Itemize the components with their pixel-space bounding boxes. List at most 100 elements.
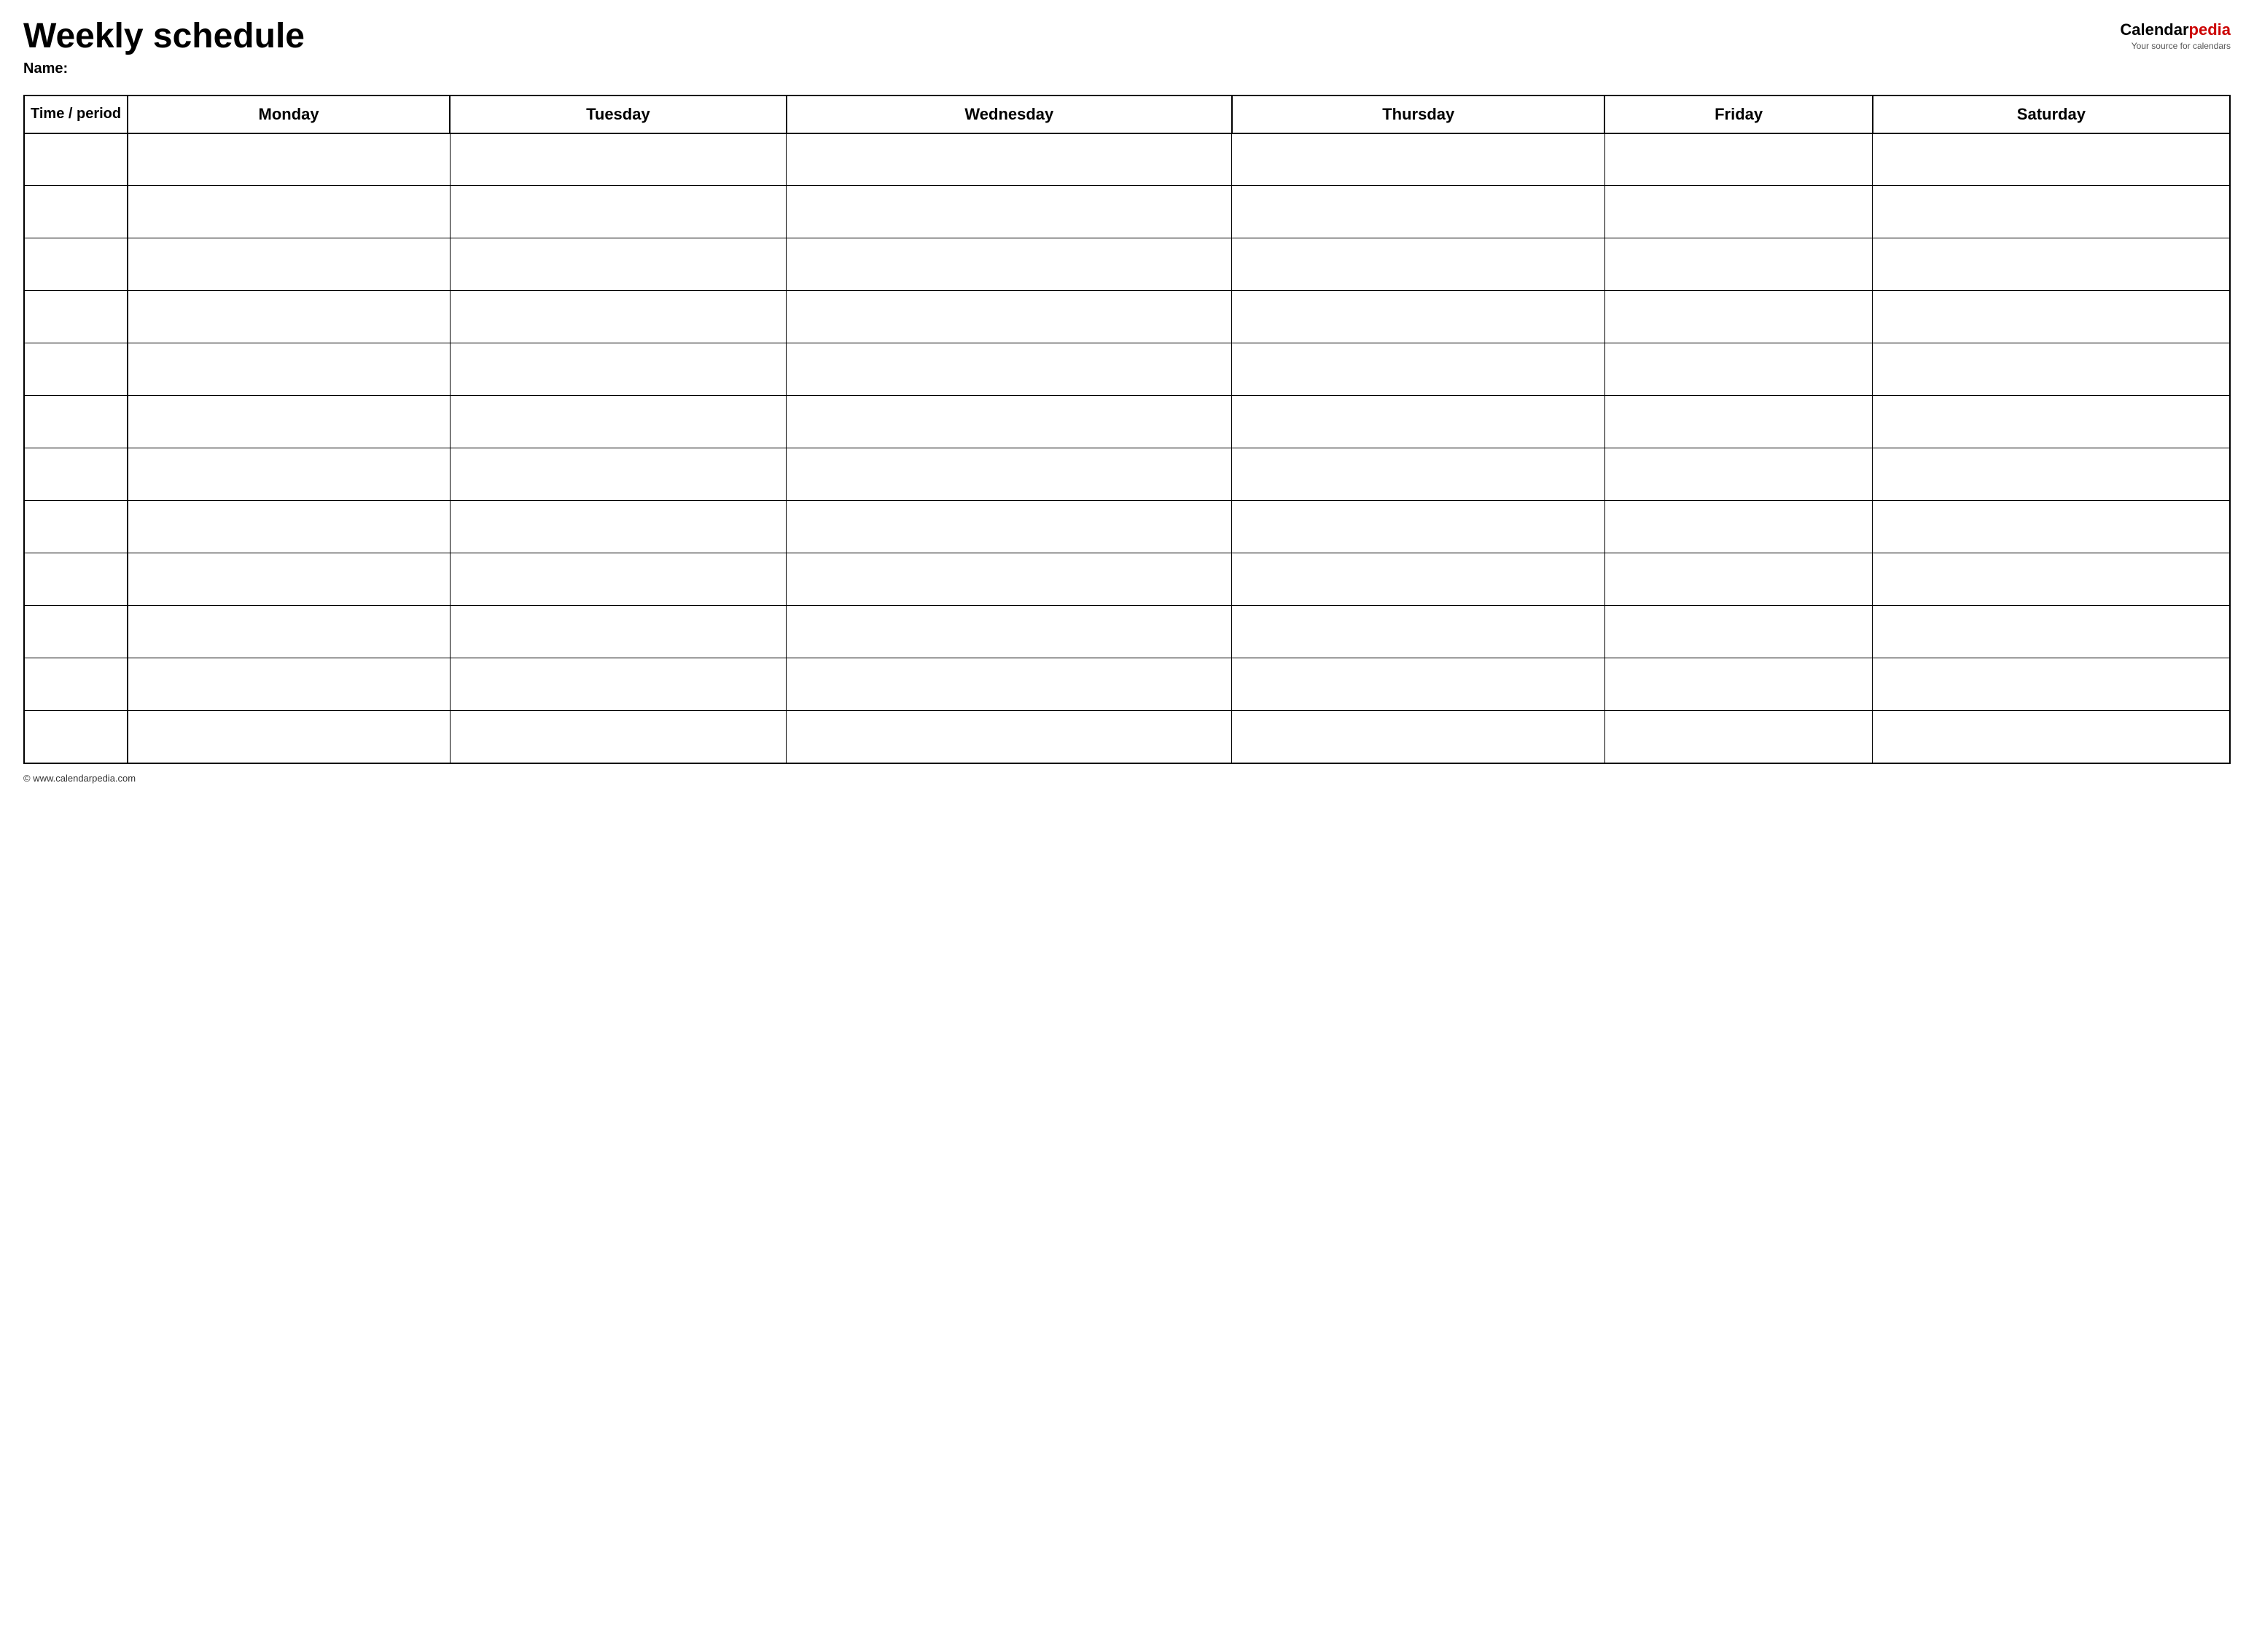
page-title: Weekly schedule xyxy=(23,17,305,56)
time-cell[interactable] xyxy=(24,291,128,343)
schedule-cell[interactable] xyxy=(787,448,1232,501)
schedule-cell[interactable] xyxy=(1604,501,1872,553)
schedule-cell[interactable] xyxy=(128,396,450,448)
schedule-cell[interactable] xyxy=(1604,396,1872,448)
time-cell[interactable] xyxy=(24,501,128,553)
schedule-cell[interactable] xyxy=(1232,658,1605,711)
table-row xyxy=(24,553,2230,606)
schedule-cell[interactable] xyxy=(1604,343,1872,396)
schedule-cell[interactable] xyxy=(128,448,450,501)
schedule-cell[interactable] xyxy=(787,291,1232,343)
schedule-cell[interactable] xyxy=(1873,448,2230,501)
col-header-friday: Friday xyxy=(1604,96,1872,133)
name-label: Name: xyxy=(23,61,305,77)
logo-section: Calendarpedia Your source for calendars xyxy=(2120,20,2231,51)
schedule-cell[interactable] xyxy=(1232,238,1605,291)
schedule-cell[interactable] xyxy=(450,343,787,396)
schedule-cell[interactable] xyxy=(450,658,787,711)
schedule-cell[interactable] xyxy=(1604,291,1872,343)
time-cell[interactable] xyxy=(24,448,128,501)
schedule-cell[interactable] xyxy=(1232,343,1605,396)
schedule-cell[interactable] xyxy=(1604,658,1872,711)
schedule-cell[interactable] xyxy=(450,133,787,186)
schedule-cell[interactable] xyxy=(450,501,787,553)
schedule-cell[interactable] xyxy=(128,711,450,763)
schedule-cell[interactable] xyxy=(1873,186,2230,238)
time-cell[interactable] xyxy=(24,711,128,763)
schedule-cell[interactable] xyxy=(1873,396,2230,448)
schedule-cell[interactable] xyxy=(787,343,1232,396)
schedule-cell[interactable] xyxy=(787,396,1232,448)
schedule-cell[interactable] xyxy=(128,238,450,291)
schedule-cell[interactable] xyxy=(787,658,1232,711)
schedule-cell[interactable] xyxy=(787,553,1232,606)
schedule-table: Time / period Monday Tuesday Wednesday T… xyxy=(23,95,2231,764)
schedule-cell[interactable] xyxy=(450,238,787,291)
schedule-cell[interactable] xyxy=(450,606,787,658)
col-header-tuesday: Tuesday xyxy=(450,96,787,133)
time-cell[interactable] xyxy=(24,133,128,186)
time-cell[interactable] xyxy=(24,186,128,238)
schedule-cell[interactable] xyxy=(1873,711,2230,763)
logo-text: Calendarpedia xyxy=(2120,20,2231,39)
schedule-cell[interactable] xyxy=(787,711,1232,763)
schedule-cell[interactable] xyxy=(1232,291,1605,343)
schedule-cell[interactable] xyxy=(1232,396,1605,448)
schedule-cell[interactable] xyxy=(1873,238,2230,291)
schedule-cell[interactable] xyxy=(1873,291,2230,343)
schedule-cell[interactable] xyxy=(128,658,450,711)
table-row xyxy=(24,396,2230,448)
schedule-cell[interactable] xyxy=(1232,553,1605,606)
schedule-cell[interactable] xyxy=(1873,501,2230,553)
schedule-cell[interactable] xyxy=(450,396,787,448)
time-cell[interactable] xyxy=(24,238,128,291)
time-cell[interactable] xyxy=(24,553,128,606)
schedule-cell[interactable] xyxy=(128,606,450,658)
schedule-cell[interactable] xyxy=(450,448,787,501)
schedule-cell[interactable] xyxy=(787,606,1232,658)
schedule-cell[interactable] xyxy=(787,501,1232,553)
schedule-cell[interactable] xyxy=(450,711,787,763)
schedule-cell[interactable] xyxy=(128,501,450,553)
schedule-cell[interactable] xyxy=(128,291,450,343)
schedule-cell[interactable] xyxy=(128,186,450,238)
schedule-cell[interactable] xyxy=(1873,553,2230,606)
table-row xyxy=(24,501,2230,553)
schedule-cell[interactable] xyxy=(450,186,787,238)
schedule-cell[interactable] xyxy=(1232,501,1605,553)
schedule-cell[interactable] xyxy=(787,186,1232,238)
schedule-cell[interactable] xyxy=(1873,606,2230,658)
schedule-cell[interactable] xyxy=(1604,238,1872,291)
col-header-monday: Monday xyxy=(128,96,450,133)
schedule-cell[interactable] xyxy=(450,291,787,343)
logo-pedia: pedia xyxy=(2189,20,2231,39)
schedule-cell[interactable] xyxy=(1873,343,2230,396)
schedule-cell[interactable] xyxy=(1604,133,1872,186)
schedule-cell[interactable] xyxy=(1232,186,1605,238)
schedule-cell[interactable] xyxy=(1604,711,1872,763)
schedule-cell[interactable] xyxy=(1232,133,1605,186)
schedule-cell[interactable] xyxy=(128,133,450,186)
schedule-cell[interactable] xyxy=(1232,448,1605,501)
time-cell[interactable] xyxy=(24,606,128,658)
schedule-cell[interactable] xyxy=(1604,448,1872,501)
schedule-cell[interactable] xyxy=(787,133,1232,186)
schedule-cell[interactable] xyxy=(1232,606,1605,658)
schedule-cell[interactable] xyxy=(128,553,450,606)
schedule-cell[interactable] xyxy=(450,553,787,606)
time-cell[interactable] xyxy=(24,396,128,448)
schedule-cell[interactable] xyxy=(1232,711,1605,763)
schedule-cell[interactable] xyxy=(1873,658,2230,711)
col-header-saturday: Saturday xyxy=(1873,96,2230,133)
schedule-cell[interactable] xyxy=(1604,186,1872,238)
schedule-cell[interactable] xyxy=(1604,606,1872,658)
schedule-cell[interactable] xyxy=(1604,553,1872,606)
logo-calendar: Calendar xyxy=(2120,20,2188,39)
schedule-cell[interactable] xyxy=(128,343,450,396)
title-section: Weekly schedule Name: xyxy=(23,17,305,77)
schedule-cell[interactable] xyxy=(1873,133,2230,186)
time-cell[interactable] xyxy=(24,343,128,396)
schedule-cell[interactable] xyxy=(787,238,1232,291)
time-cell[interactable] xyxy=(24,658,128,711)
col-header-thursday: Thursday xyxy=(1232,96,1605,133)
